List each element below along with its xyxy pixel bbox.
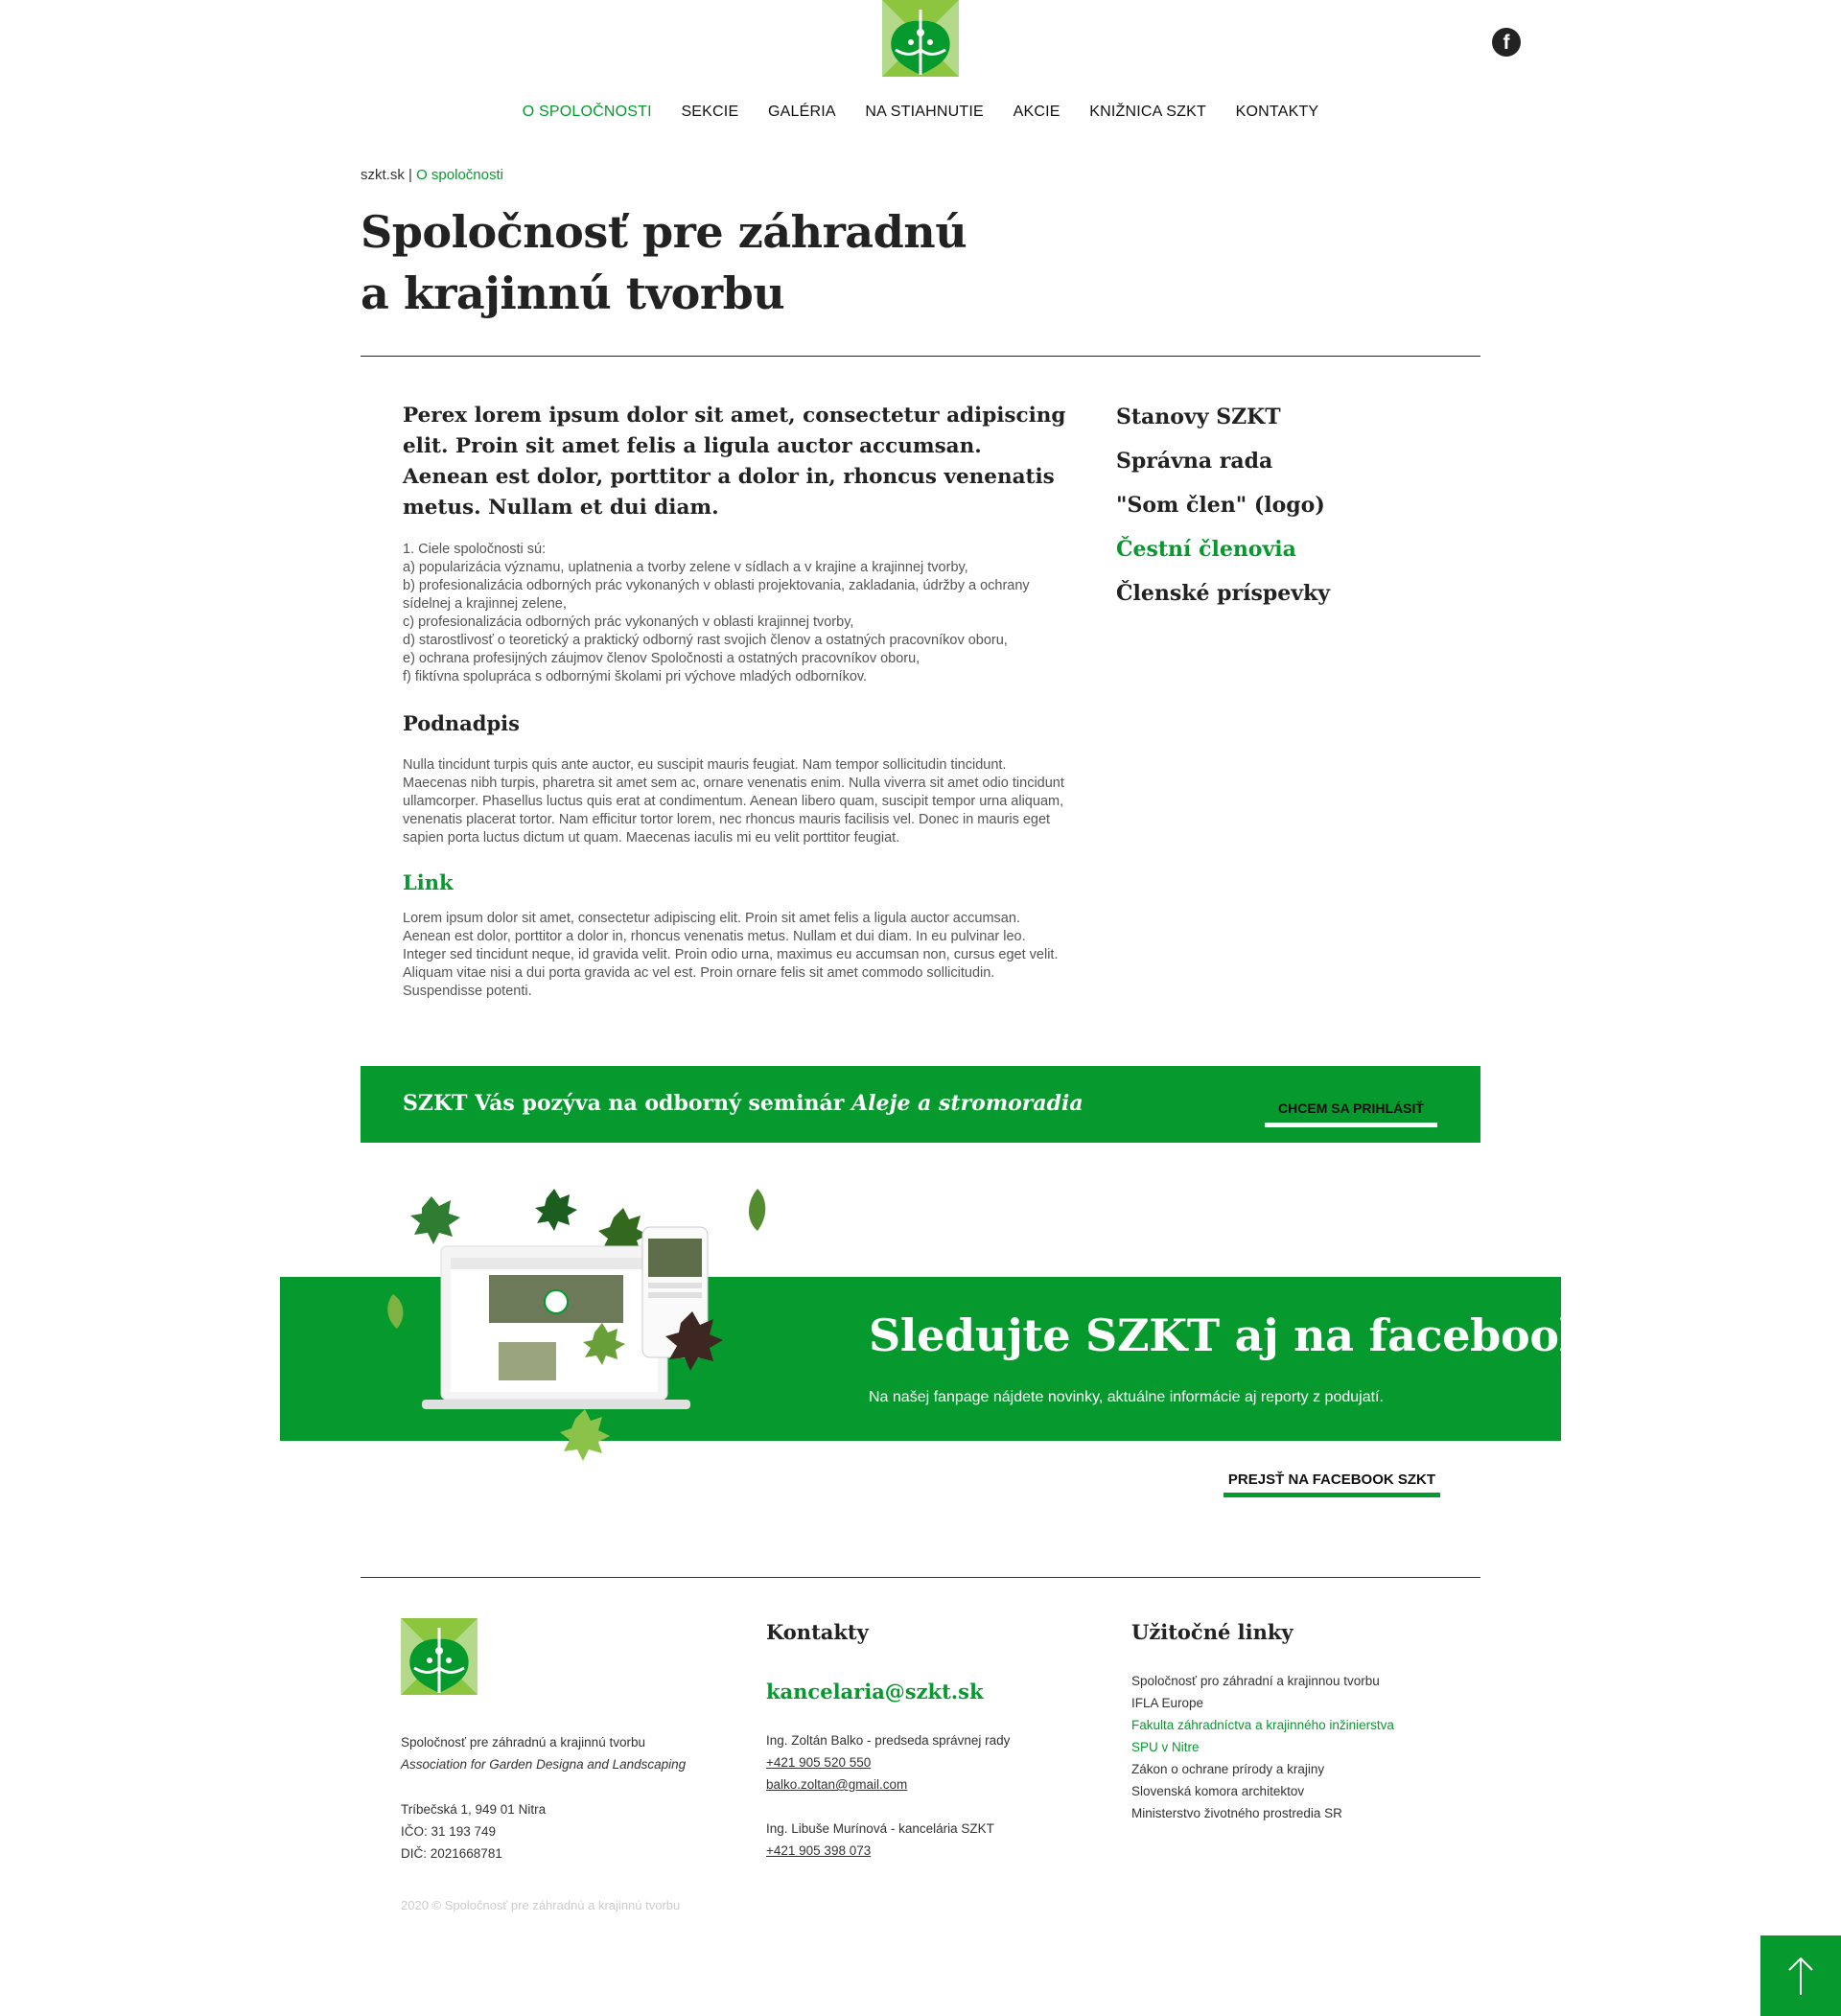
contacts-heading: Kontakty <box>766 1620 869 1644</box>
facebook-icon[interactable]: f <box>1492 28 1521 57</box>
goals-item: f) fiktívna spolupráca s odbornými škola… <box>403 669 868 684</box>
seminar-text-main: SZKT Vás pozýva na odborný seminár <box>403 1091 852 1116</box>
useful-link[interactable]: SPU v Nitre <box>1131 1736 1394 1758</box>
arrow-up-icon <box>1788 1957 1813 1995</box>
szkt-logo[interactable] <box>881 0 960 77</box>
nav-item-akcie[interactable]: AKCIE <box>1014 104 1060 121</box>
side-menu-item-spravna-rada[interactable]: Správna rada <box>1116 439 1433 483</box>
goals-item: d) starostlivosť o teoretický a praktick… <box>403 633 1008 648</box>
goals-item: c) profesionalizácia odborných prác vyko… <box>403 614 854 630</box>
divider <box>361 356 1480 357</box>
breadcrumb-separator: | <box>408 167 412 183</box>
side-menu-item-cestni-clenovia[interactable]: Čestní členovia <box>1116 527 1433 571</box>
footer-org-name-en: Association for Garden Designa and Lands… <box>401 1757 687 1772</box>
go-to-facebook-button[interactable]: PREJSŤ NA FACEBOOK SZKT <box>1223 1471 1440 1497</box>
footer-organization: Spoločnosť pre záhradnú a krajinnú tvorb… <box>401 1731 686 1775</box>
useful-link[interactable]: Fakulta záhradníctva a krajinného inžini… <box>1131 1714 1394 1736</box>
register-button[interactable]: CHCEM SA PRIHLÁSIŤ <box>1265 1097 1437 1127</box>
side-menu-item-som-clen[interactable]: "Som člen" (logo) <box>1116 483 1433 527</box>
paragraph-2: Lorem ipsum dolor sit amet, consectetur … <box>403 911 1059 999</box>
footer-logo[interactable] <box>401 1618 478 1695</box>
goals-item: e) ochrana profesijných záujmov členov S… <box>403 651 920 666</box>
page-title: Spoločnosť pre záhradnú a krajinnú tvorb… <box>361 201 1032 324</box>
subtitle: Podnadpis <box>403 711 520 735</box>
page-title-line-1: Spoločnosť pre záhradnú <box>361 206 967 258</box>
goals-item: a) popularizácia významu, uplatnenia a t… <box>403 560 968 575</box>
footer-divider <box>361 1577 1480 1578</box>
main-content: Perex lorem ipsum dolor sit amet, consec… <box>403 401 1069 1001</box>
side-menu: Stanovy SZKT Správna rada "Som člen" (lo… <box>1116 395 1433 615</box>
breadcrumb-home[interactable]: szkt.sk <box>361 167 405 183</box>
footer-ico: IČO: 31 193 749 <box>401 1824 497 1839</box>
footer-org-name: Spoločnosť pre záhradnú a krajinnú tvorb… <box>401 1735 645 1750</box>
footer-street: Tríbečská 1, 949 01 Nitra <box>401 1802 547 1817</box>
goals-item: 1. Ciele spoločnosti sú: <box>403 542 547 557</box>
main-nav: O SPOLOČNOSTI SEKCIE GALÉRIA NA STIAHNUT… <box>0 104 1841 121</box>
nav-item-o-spolocnosti[interactable]: O SPOLOČNOSTI <box>523 104 652 121</box>
copyright: 2020 © Spoločnosť pre záhradnú a krajinn… <box>401 1898 681 1912</box>
link-heading[interactable]: Link <box>403 870 1069 894</box>
scroll-to-top-button[interactable] <box>1760 1935 1841 2016</box>
nav-item-na-stiahnutie[interactable]: NA STIAHNUTIE <box>865 104 984 121</box>
perex: Perex lorem ipsum dolor sit amet, consec… <box>403 404 1066 520</box>
useful-link[interactable]: Ministerstvo životného prostredia SR <box>1131 1802 1394 1824</box>
nav-item-kontakty[interactable]: KONTAKTY <box>1236 104 1319 121</box>
seminar-text: SZKT Vás pozýva na odborný seminár Aleje… <box>403 1091 1084 1116</box>
goals-list: 1. Ciele spoločnosti sú: a) popularizáci… <box>403 541 1069 686</box>
contacts-email[interactable]: kancelaria@szkt.sk <box>766 1680 984 1703</box>
seminar-text-italic: Aleje a stromoradia <box>851 1091 1084 1116</box>
nav-item-galeria[interactable]: GALÉRIA <box>768 104 836 121</box>
paragraph: Nulla tincidunt turpis quis ante auctor,… <box>403 757 1064 846</box>
nav-item-kniznica[interactable]: KNIŽNICA SZKT <box>1089 104 1206 121</box>
useful-link[interactable]: Slovenská komora architektov <box>1131 1780 1394 1802</box>
useful-links-list: Spoločnosť pro záhradní a krajinnou tvor… <box>1131 1670 1394 1824</box>
contact-phone[interactable]: +421 905 398 073 <box>766 1840 1010 1862</box>
useful-link[interactable]: Zákon o ochrane prírody a krajiny <box>1131 1758 1394 1780</box>
facebook-banner-title: Sledujte SZKT aj na facebooku <box>869 1309 1621 1361</box>
seminar-banner: SZKT Vás pozýva na odborný seminár Aleje… <box>361 1066 1480 1143</box>
devices-mockup-image <box>387 1189 766 1461</box>
page-title-line-2: a krajinnú tvorbu <box>361 267 785 319</box>
useful-links-heading: Užitočné linky <box>1131 1620 1293 1644</box>
footer-address: Tríbečská 1, 949 01 Nitra IČO: 31 193 74… <box>401 1798 546 1865</box>
nav-item-sekcie[interactable]: SEKCIE <box>681 104 738 121</box>
breadcrumb: szkt.sk | O spoločnosti <box>361 167 503 183</box>
contact-email[interactable]: balko.zoltan@gmail.com <box>766 1773 1010 1796</box>
side-menu-item-clenske-prispevky[interactable]: Členské príspevky <box>1116 571 1433 615</box>
goals-item: b) profesionalizácia odborných prác vyko… <box>403 578 1030 612</box>
facebook-banner-subtitle: Na našej fanpage nájdete novinky, aktuál… <box>869 1389 1384 1405</box>
contact-phone[interactable]: +421 905 520 550 <box>766 1751 1010 1773</box>
breadcrumb-current[interactable]: O spoločnosti <box>416 167 503 183</box>
useful-link[interactable]: Spoločnosť pro záhradní a krajinnou tvor… <box>1131 1670 1394 1692</box>
contact-person: Ing. Libuše Murínová - kancelária SZKT <box>766 1821 994 1836</box>
useful-link[interactable]: IFLA Europe <box>1131 1692 1394 1714</box>
side-menu-item-stanovy[interactable]: Stanovy SZKT <box>1116 395 1433 439</box>
footer-dic: DIČ: 2021668781 <box>401 1846 502 1861</box>
contacts-list: Ing. Zoltán Balko - predseda správnej ra… <box>766 1729 1010 1862</box>
contact-person: Ing. Zoltán Balko - predseda správnej ra… <box>766 1733 1011 1748</box>
